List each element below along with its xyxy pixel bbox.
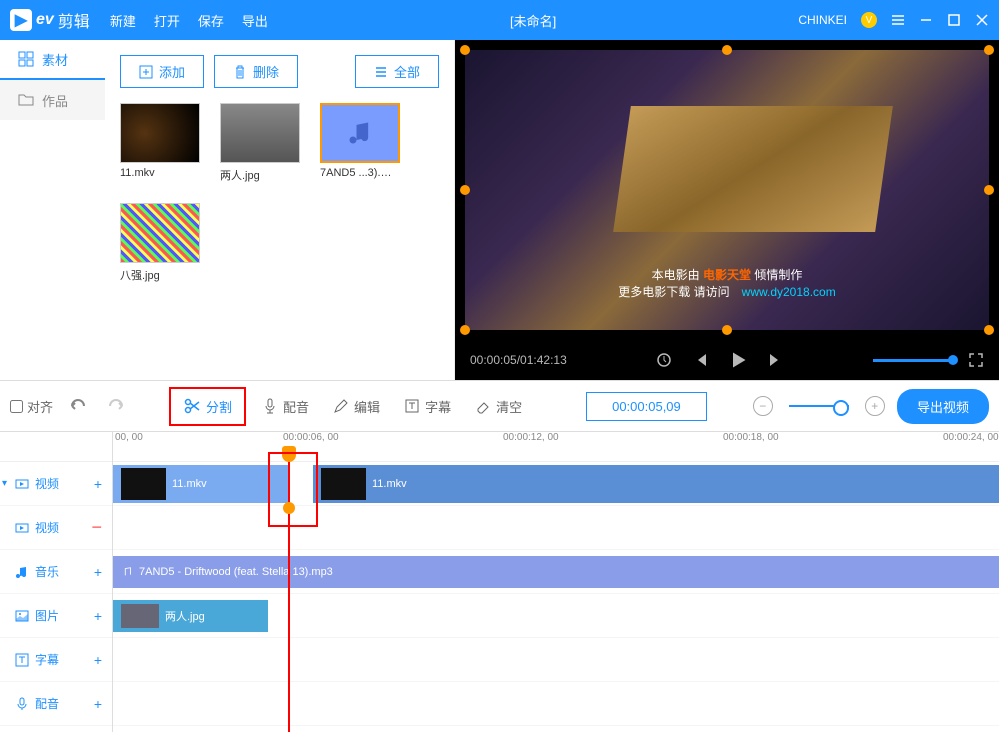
time-display[interactable]: 00:00:05,09 bbox=[586, 392, 707, 421]
play-icon[interactable] bbox=[728, 350, 748, 370]
add-track-icon[interactable]: + bbox=[94, 652, 102, 668]
add-track-icon[interactable]: + bbox=[94, 608, 102, 624]
add-track-icon[interactable]: + bbox=[94, 476, 102, 492]
preview-time: 00:00:05/01:42:13 bbox=[470, 353, 567, 367]
clear-button[interactable]: 清空 bbox=[467, 393, 530, 420]
track-video2[interactable] bbox=[113, 506, 999, 550]
collapse-icon[interactable]: ▾ bbox=[2, 478, 7, 489]
window-title: [未命名] bbox=[268, 11, 798, 30]
track-label-image[interactable]: 图片 + bbox=[0, 594, 112, 638]
dub-button[interactable]: 配音 bbox=[254, 393, 317, 420]
thumb-audio[interactable]: 7AND5 ...3).mp3 bbox=[320, 103, 400, 183]
zoom-in-button[interactable]: + bbox=[865, 396, 885, 416]
preview-canvas[interactable]: 本电影由 电影天堂 倾情制作 更多电影下载 请访问 www.dy2018.com bbox=[465, 50, 989, 330]
preview-panel: 本电影由 电影天堂 倾情制作 更多电影下载 请访问 www.dy2018.com… bbox=[455, 40, 999, 380]
music-icon bbox=[121, 566, 133, 578]
grid-icon bbox=[18, 51, 34, 67]
folder-icon bbox=[18, 92, 34, 108]
zoom-slider[interactable] bbox=[789, 405, 849, 407]
track-label-dub[interactable]: 配音 + bbox=[0, 682, 112, 726]
minimize-icon[interactable] bbox=[919, 13, 933, 27]
trash-icon bbox=[233, 65, 247, 79]
list-icon bbox=[374, 65, 388, 79]
track-label-video2[interactable]: 视频 − bbox=[0, 506, 112, 550]
add-button[interactable]: 添加 bbox=[120, 55, 204, 88]
split-button[interactable]: 分割 bbox=[175, 393, 240, 420]
sidebar-item-material[interactable]: 素材 bbox=[0, 40, 105, 80]
track-video1[interactable]: 11.mkv 11.mkv bbox=[113, 462, 999, 506]
mic-icon bbox=[15, 697, 29, 711]
sidebar-item-works[interactable]: 作品 bbox=[0, 80, 105, 120]
track-label-video1[interactable]: ▾ 视频 + bbox=[0, 462, 112, 506]
remove-track-icon[interactable]: − bbox=[91, 517, 102, 538]
image-icon bbox=[15, 609, 29, 623]
track-label-audio[interactable]: 音乐 + bbox=[0, 550, 112, 594]
subtitle-button[interactable]: 字幕 bbox=[396, 393, 459, 420]
menu-export[interactable]: 导出 bbox=[242, 11, 268, 30]
video-icon bbox=[15, 521, 29, 535]
edit-toolbar: 对齐 分割 配音 编辑 字幕 清空 00:00:05,09 − + 导出视频 bbox=[0, 380, 999, 432]
menu-icon[interactable] bbox=[891, 13, 905, 27]
menu-open[interactable]: 打开 bbox=[154, 11, 180, 30]
clip-image[interactable]: 两人.jpg bbox=[113, 600, 268, 632]
align-checkbox[interactable]: 对齐 bbox=[10, 397, 53, 416]
main-menu: 新建 打开 保存 导出 bbox=[110, 11, 268, 30]
export-button[interactable]: 导出视频 bbox=[897, 389, 989, 424]
clip-video2[interactable]: 11.mkv bbox=[313, 465, 999, 503]
music-icon bbox=[15, 565, 29, 579]
loop-icon[interactable] bbox=[656, 352, 672, 368]
logo-icon: ▶ bbox=[10, 9, 32, 31]
prev-icon[interactable] bbox=[692, 352, 708, 368]
track-image[interactable]: 两人.jpg bbox=[113, 594, 999, 638]
delete-button[interactable]: 删除 bbox=[214, 55, 298, 88]
zoom-out-button[interactable]: − bbox=[753, 396, 773, 416]
menu-save[interactable]: 保存 bbox=[198, 11, 224, 30]
add-track-icon[interactable]: + bbox=[94, 564, 102, 580]
sidebar-label-material: 素材 bbox=[42, 50, 68, 69]
edit-button[interactable]: 编辑 bbox=[325, 393, 388, 420]
track-subtitle[interactable] bbox=[113, 638, 999, 682]
sidebar-label-works: 作品 bbox=[42, 91, 68, 110]
mic-icon bbox=[262, 398, 278, 414]
text-icon bbox=[404, 398, 420, 414]
timeline: ▾ 视频 + 视频 − 音乐 + 图片 + 字幕 + 配音 + bbox=[0, 432, 999, 732]
pencil-icon bbox=[333, 398, 349, 414]
next-icon[interactable] bbox=[768, 352, 784, 368]
track-audio[interactable]: 7AND5 - Driftwood (feat. Stella 13).mp3 bbox=[113, 550, 999, 594]
clip-video1[interactable]: 11.mkv bbox=[113, 465, 288, 503]
vip-badge-icon: V bbox=[861, 12, 877, 28]
sidebar: 素材 作品 bbox=[0, 40, 105, 380]
redo-button[interactable] bbox=[101, 390, 133, 422]
music-note-icon bbox=[346, 119, 374, 147]
thumb-image2[interactable]: 八强.jpg bbox=[120, 203, 200, 283]
track-label-subtitle[interactable]: 字幕 + bbox=[0, 638, 112, 682]
thumb-video[interactable]: 11.mkv bbox=[120, 103, 200, 183]
scissors-icon bbox=[183, 397, 201, 415]
titlebar: ▶ ev剪辑 新建 打开 保存 导出 [未命名] CHINKEI V bbox=[0, 0, 999, 40]
filter-button[interactable]: 全部 bbox=[355, 55, 439, 88]
app-logo: ▶ ev剪辑 bbox=[10, 8, 90, 32]
text-icon bbox=[15, 653, 29, 667]
timeline-ruler[interactable]: 00, 00 00:00:06, 00 00:00:12, 00 00:00:1… bbox=[113, 432, 999, 462]
clip-audio[interactable]: 7AND5 - Driftwood (feat. Stella 13).mp3 bbox=[113, 556, 999, 588]
volume-slider[interactable] bbox=[873, 359, 953, 362]
user-name[interactable]: CHINKEI bbox=[798, 13, 847, 27]
close-icon[interactable] bbox=[975, 13, 989, 27]
add-icon bbox=[139, 65, 153, 79]
undo-button[interactable] bbox=[61, 390, 93, 422]
video-icon bbox=[15, 477, 29, 491]
thumb-image1[interactable]: 两人.jpg bbox=[220, 103, 300, 183]
menu-new[interactable]: 新建 bbox=[110, 11, 136, 30]
fullscreen-icon[interactable] bbox=[968, 352, 984, 368]
add-track-icon[interactable]: + bbox=[94, 696, 102, 712]
track-dub[interactable] bbox=[113, 682, 999, 726]
playhead[interactable] bbox=[288, 454, 290, 732]
app-name: 剪辑 bbox=[58, 8, 90, 32]
maximize-icon[interactable] bbox=[947, 13, 961, 27]
preview-subtitle: 本电影由 电影天堂 倾情制作 更多电影下载 请访问 www.dy2018.com bbox=[465, 266, 989, 300]
eraser-icon bbox=[475, 398, 491, 414]
